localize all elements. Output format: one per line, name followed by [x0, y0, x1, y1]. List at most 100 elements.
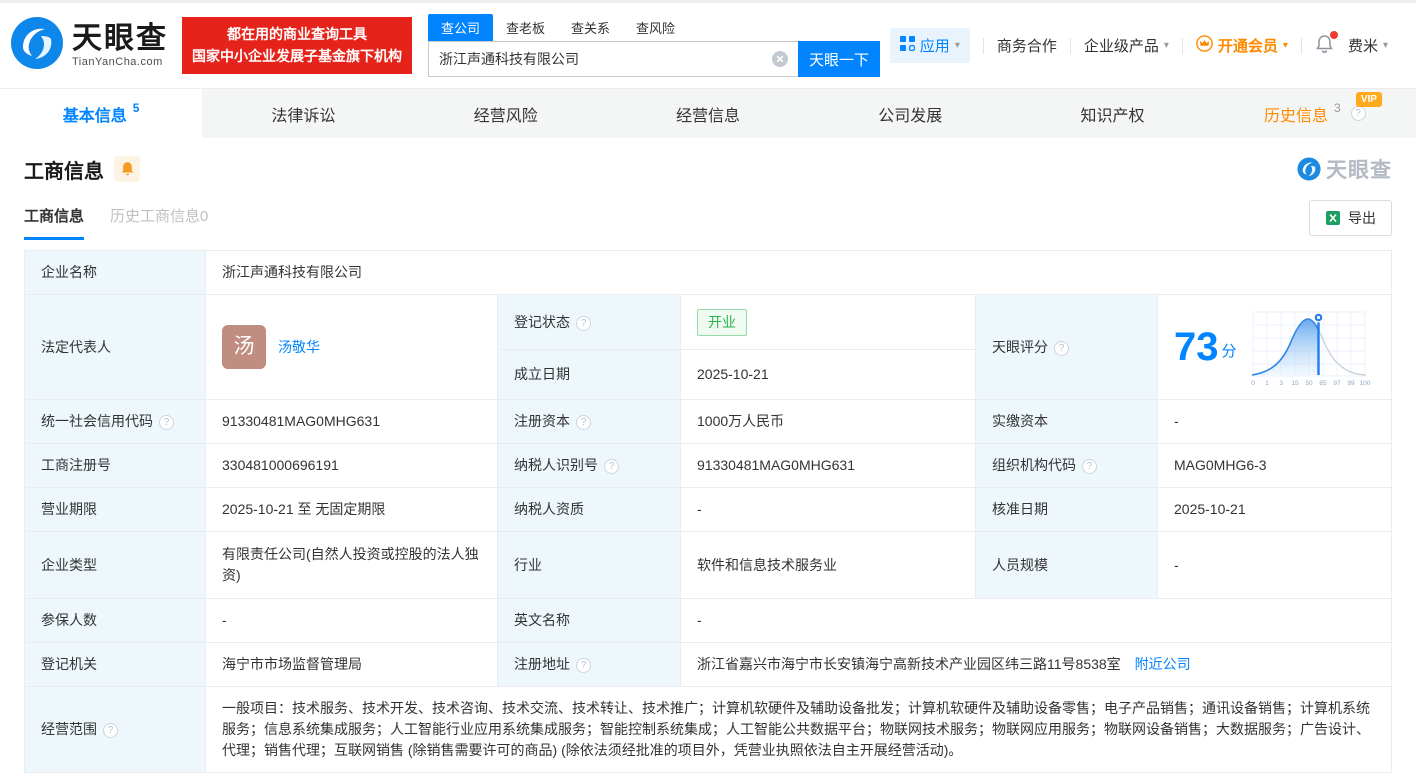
help-icon[interactable]: ? — [576, 658, 591, 673]
tab-legal-litigation[interactable]: 法律诉讼 — [202, 89, 404, 138]
score-marker-pin — [1314, 313, 1323, 322]
legal-rep-avatar[interactable]: 汤 — [222, 325, 266, 369]
legal-rep-label: 法定代表人 — [25, 295, 206, 400]
subtab-current-registration[interactable]: 工商信息 — [24, 205, 84, 240]
search-input[interactable] — [428, 41, 798, 77]
apps-label: 应用 — [920, 35, 950, 56]
tab-basic-info-count: 5 — [133, 101, 140, 115]
svg-text:1: 1 — [1265, 380, 1269, 387]
taxpayer-id-value: 91330481MAG0MHG631 — [681, 444, 976, 488]
brand-domain: TianYanCha.com — [72, 57, 168, 68]
svg-text:100: 100 — [1360, 380, 1371, 387]
monitor-bell-button[interactable] — [114, 156, 140, 182]
tab-business-info-label: 经营信息 — [676, 102, 740, 126]
bell-icon — [120, 161, 135, 177]
help-icon[interactable]: ? — [604, 459, 619, 474]
tab-operating-risk[interactable]: 经营风险 — [405, 89, 607, 138]
registry-label: 登记机关 — [25, 643, 206, 687]
user-menu[interactable]: 费米 ▾ — [1348, 35, 1388, 56]
registry-value: 海宁市市场监督管理局 — [206, 643, 498, 687]
company-name-label: 企业名称 — [25, 251, 206, 295]
tab-history-info[interactable]: VIP 历史信息 3 ? — [1214, 89, 1416, 138]
subtab-history-registration[interactable]: 历史工商信息0 — [110, 205, 208, 240]
approval-date-value: 2025-10-21 — [1158, 488, 1392, 532]
promo-line-2: 国家中小企业发展子基金旗下机构 — [192, 46, 402, 68]
english-name-value: - — [681, 599, 1392, 643]
promo-badge: 都在用的商业查询工具 国家中小企业发展子基金旗下机构 — [182, 17, 412, 74]
help-icon[interactable]: ? — [159, 415, 174, 430]
open-vip-label: 开通会员 — [1218, 35, 1278, 56]
company-type-label: 企业类型 — [25, 532, 206, 599]
search-tab-company[interactable]: 查公司 — [428, 14, 493, 41]
excel-icon — [1325, 210, 1341, 226]
tab-company-development[interactable]: 公司发展 — [809, 89, 1011, 138]
notifications-button[interactable] — [1315, 34, 1334, 58]
promo-line-1: 都在用的商业查询工具 — [192, 24, 402, 46]
tab-history-info-count: 3 — [1334, 101, 1341, 115]
subtab-history-count: 0 — [200, 208, 208, 225]
chevron-down-icon: ▾ — [1383, 40, 1388, 51]
brand-name: 天眼查 — [72, 24, 168, 54]
chevron-down-icon: ▾ — [1283, 40, 1288, 51]
company-name-value: 浙江声通科技有限公司 — [206, 251, 1392, 295]
reg-number-value: 330481000696191 — [206, 444, 498, 488]
table-row: 企业类型 有限责任公司(自然人投资或控股的法人独资) 行业 软件和信息技术服务业… — [25, 532, 1392, 599]
svg-text:85: 85 — [1319, 380, 1327, 387]
help-icon[interactable]: ? — [576, 316, 591, 331]
divider — [1301, 38, 1302, 54]
org-code-value: MAG0MHG6-3 — [1158, 444, 1392, 488]
reg-capital-label: 注册资本 — [514, 413, 570, 429]
address-cell: 浙江省嘉兴市海宁市长安镇海宁高新技术产业园区纬三路11号8538室 附近公司 — [681, 643, 1392, 687]
score-axis-ticks: 0 1 3 15 50 85 97 99 100 — [1251, 380, 1371, 387]
help-icon[interactable]: ? — [1054, 341, 1069, 356]
table-row: 参保人数 - 英文名称 - — [25, 599, 1392, 643]
taxpayer-quality-label: 纳税人资质 — [498, 488, 681, 532]
main-content: 工商信息 天眼查 工商信息 历史工商信息0 导出 — [0, 154, 1416, 773]
search-tab-risk[interactable]: 查风险 — [623, 14, 688, 41]
tab-basic-info[interactable]: 基本信息 5 — [0, 89, 202, 138]
enterprise-products-menu[interactable]: 企业级产品 ▾ — [1084, 35, 1169, 56]
table-row: 法定代表人 汤 汤敬华 登记状态? 开业 天眼评分? — [25, 295, 1392, 350]
tab-intellectual-property[interactable]: 知识产权 — [1011, 89, 1213, 138]
status-badge: 开业 — [697, 309, 747, 336]
score-unit: 分 — [1222, 341, 1237, 364]
help-icon[interactable]: ? — [103, 723, 118, 738]
company-type-value: 有限责任公司(自然人投资或控股的法人独资) — [206, 532, 498, 599]
taxpayer-quality-value: - — [681, 488, 976, 532]
insured-label: 参保人数 — [25, 599, 206, 643]
search-tab-boss[interactable]: 查老板 — [493, 14, 558, 41]
est-date-label: 成立日期 — [498, 350, 681, 400]
tab-legal-litigation-label: 法律诉讼 — [271, 102, 335, 126]
business-term-label: 营业期限 — [25, 488, 206, 532]
registration-info-table: 企业名称 浙江声通科技有限公司 法定代表人 汤 汤敬华 登记状态? 开业 — [24, 250, 1392, 773]
subtab-history-label: 历史工商信息 — [110, 208, 200, 225]
search-button[interactable]: 天眼一下 — [798, 41, 880, 77]
help-icon[interactable]: ? — [576, 415, 591, 430]
org-code-label-cell: 组织机构代码? — [976, 444, 1158, 488]
tianyancha-logo[interactable]: 天眼查 TianYanCha.com — [10, 16, 168, 75]
nearby-companies-link[interactable]: 附近公司 — [1135, 656, 1191, 672]
open-vip-menu[interactable]: 开通会员 ▾ — [1196, 35, 1288, 56]
legal-rep-link[interactable]: 汤敬华 — [278, 337, 320, 358]
business-term-value: 2025-10-21 至 无固定期限 — [206, 488, 498, 532]
reg-number-label: 工商注册号 — [25, 444, 206, 488]
search-block: 查公司 查老板 查关系 查风险 天眼一下 — [428, 14, 880, 77]
reg-capital-label-cell: 注册资本? — [498, 400, 681, 444]
company-page-tabs: 基本信息 5 法律诉讼 经营风险 经营信息 公司发展 知识产权 VIP 历史信息… — [0, 88, 1416, 138]
business-info-subtabs: 工商信息 历史工商信息0 导出 — [24, 200, 1392, 240]
business-cooperation-link[interactable]: 商务合作 — [997, 35, 1057, 56]
apps-menu[interactable]: 应用 ▾ — [890, 28, 970, 63]
paid-capital-label: 实缴资本 — [976, 400, 1158, 444]
export-button[interactable]: 导出 — [1309, 200, 1392, 236]
credit-code-label: 统一社会信用代码 — [41, 413, 153, 429]
watermark-text: 天眼查 — [1326, 154, 1392, 184]
reg-status-cell: 开业 — [681, 295, 976, 350]
clear-search-icon[interactable] — [772, 51, 788, 67]
approval-date-label: 核准日期 — [976, 488, 1158, 532]
tab-business-info[interactable]: 经营信息 — [607, 89, 809, 138]
tab-history-info-label: 历史信息 — [1264, 102, 1328, 126]
search-tab-relation[interactable]: 查关系 — [558, 14, 623, 41]
address-label-cell: 注册地址? — [498, 643, 681, 687]
help-icon[interactable]: ? — [1082, 459, 1097, 474]
divider — [1070, 38, 1071, 54]
